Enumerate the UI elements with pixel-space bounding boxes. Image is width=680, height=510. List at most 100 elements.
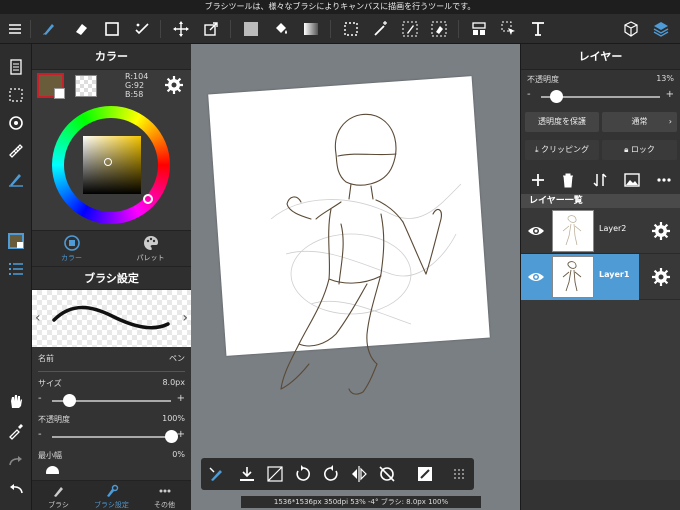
snap-icon[interactable] xyxy=(5,168,27,190)
brush-toggle-icon[interactable] xyxy=(131,18,153,40)
prev-brush-icon[interactable]: ‹ xyxy=(35,310,41,326)
no-rotate-icon[interactable] xyxy=(377,464,397,484)
tab-palette[interactable]: パレット xyxy=(111,233,190,265)
fill-color-icon[interactable] xyxy=(240,18,262,40)
layout-icon[interactable] xyxy=(468,18,490,40)
rotate-right-icon[interactable] xyxy=(321,464,341,484)
tab-color[interactable]: カラー xyxy=(32,233,111,265)
move-icon[interactable] xyxy=(170,18,192,40)
opacity-label: 不透明度 xyxy=(38,415,70,424)
gear-icon[interactable] xyxy=(651,221,671,241)
opacity-minus-button[interactable]: - xyxy=(38,429,42,440)
sub-color-swatch[interactable] xyxy=(75,75,97,97)
eye-icon[interactable] xyxy=(527,222,545,240)
layer-tools xyxy=(521,166,680,194)
hue-marker[interactable] xyxy=(143,194,153,204)
layer-row-layer2[interactable]: Layer2 xyxy=(521,208,680,254)
brush-stabilizer-icon[interactable] xyxy=(207,464,227,484)
bucket-icon[interactable] xyxy=(270,18,292,40)
blend-mode-button[interactable]: 通常 › xyxy=(602,112,677,132)
eraser-icon[interactable] xyxy=(70,18,92,40)
pages-icon[interactable] xyxy=(5,56,27,78)
clipping-button[interactable]: ⤓ クリッピング xyxy=(525,140,599,160)
lock-button[interactable]: 🔒︎ ロック xyxy=(602,140,677,160)
size-plus-button[interactable]: + xyxy=(177,393,185,404)
layer-opacity-slider[interactable]: - + xyxy=(521,86,680,108)
clipping-label: クリッピング xyxy=(541,145,590,154)
opacity-plus-button[interactable]: + xyxy=(177,429,185,440)
opacity-slider[interactable]: - + xyxy=(32,426,191,446)
gradient-icon[interactable] xyxy=(300,18,322,40)
redo-icon[interactable] xyxy=(5,450,27,472)
eye-icon[interactable] xyxy=(527,268,545,286)
size-minus-button[interactable]: - xyxy=(38,393,42,404)
tab-brush-settings-label: ブラシ設定 xyxy=(94,501,129,509)
ruler-icon[interactable] xyxy=(5,140,27,162)
list-icon[interactable] xyxy=(5,258,27,280)
trash-icon[interactable] xyxy=(559,171,577,189)
selection-icon[interactable] xyxy=(5,84,27,106)
opacity-row: 不透明度 100% xyxy=(32,412,191,426)
select-eraser-icon[interactable] xyxy=(428,18,450,40)
rotate-left-icon[interactable] xyxy=(293,464,313,484)
min-width-row: 最小幅 0% xyxy=(32,448,191,462)
brush-icon[interactable] xyxy=(38,18,60,40)
layers-icon[interactable] xyxy=(650,18,672,40)
flip-icon[interactable] xyxy=(349,464,369,484)
rgb-b: B:58 xyxy=(125,90,144,99)
protect-alpha-button[interactable]: 透明度を保護 xyxy=(525,112,599,132)
rotate-icon[interactable] xyxy=(5,112,27,134)
menu-icon[interactable] xyxy=(4,18,26,40)
main-color-swatch[interactable] xyxy=(37,73,65,99)
opacity-track[interactable] xyxy=(52,436,171,438)
reorder-icon[interactable] xyxy=(591,171,609,189)
tab-brush-settings[interactable]: ブラシ設定 xyxy=(85,483,138,509)
snapshot-icon[interactable] xyxy=(415,464,435,484)
hand-icon[interactable] xyxy=(5,390,27,412)
sv-marker[interactable] xyxy=(104,158,112,166)
more-options-icon[interactable] xyxy=(655,171,673,189)
layer-opacity-knob[interactable] xyxy=(550,90,564,103)
layer-opacity-plus-button[interactable]: + xyxy=(666,89,674,100)
size-slider[interactable]: - + xyxy=(32,390,191,410)
next-brush-icon[interactable]: › xyxy=(182,310,188,326)
import-icon[interactable] xyxy=(237,464,257,484)
color-panel-icon[interactable] xyxy=(5,230,27,252)
saturation-value-square[interactable] xyxy=(83,136,141,194)
size-knob[interactable] xyxy=(62,394,76,407)
transform-icon[interactable] xyxy=(200,18,222,40)
size-row: サイズ 8.0px xyxy=(32,376,191,390)
gear-icon[interactable] xyxy=(651,267,671,287)
tab-brush[interactable]: ブラシ xyxy=(32,483,85,509)
eyedropper-icon[interactable] xyxy=(5,420,27,442)
blend-mode-value: 通常 xyxy=(631,117,648,126)
toolbar-divider xyxy=(30,20,31,38)
select-move-icon[interactable] xyxy=(498,18,520,40)
min-width-slider[interactable] xyxy=(32,462,191,474)
add-layer-icon[interactable] xyxy=(529,171,547,189)
brush-name-row[interactable]: 名前 ペン xyxy=(32,351,191,365)
image-layer-icon[interactable] xyxy=(623,171,641,189)
select-pen-icon[interactable] xyxy=(399,18,421,40)
tab-more[interactable]: その他 xyxy=(138,483,191,509)
protect-blend-row: 透明度を保護 通常 › xyxy=(521,108,680,138)
min-width-knob[interactable] xyxy=(46,466,59,474)
layer-row-layer1[interactable]: Layer1 xyxy=(521,254,680,300)
left-icon-strip xyxy=(0,44,32,510)
gear-icon[interactable] xyxy=(164,75,184,95)
magic-wand-icon[interactable] xyxy=(370,18,392,40)
layer-opacity-minus-button[interactable]: - xyxy=(527,89,531,100)
rectangle-icon[interactable] xyxy=(101,18,123,40)
canvas-area[interactable]: 1536*1536px 350dpi 53% -4° ブラシ: 8.0px 10… xyxy=(191,44,520,510)
tab-color-label: カラー xyxy=(61,254,82,262)
text-icon[interactable] xyxy=(527,18,549,40)
select-icon[interactable] xyxy=(340,18,362,40)
layer-panel-title: レイヤー xyxy=(521,44,680,70)
3d-cube-icon[interactable] xyxy=(620,18,642,40)
tab-brush-label: ブラシ xyxy=(48,501,69,509)
palette-icon xyxy=(143,236,158,250)
layer-list-title: レイヤー一覧 xyxy=(521,194,680,208)
undo-icon[interactable] xyxy=(5,478,27,500)
grid-icon[interactable] xyxy=(449,464,469,484)
crop-icon[interactable] xyxy=(265,464,285,484)
